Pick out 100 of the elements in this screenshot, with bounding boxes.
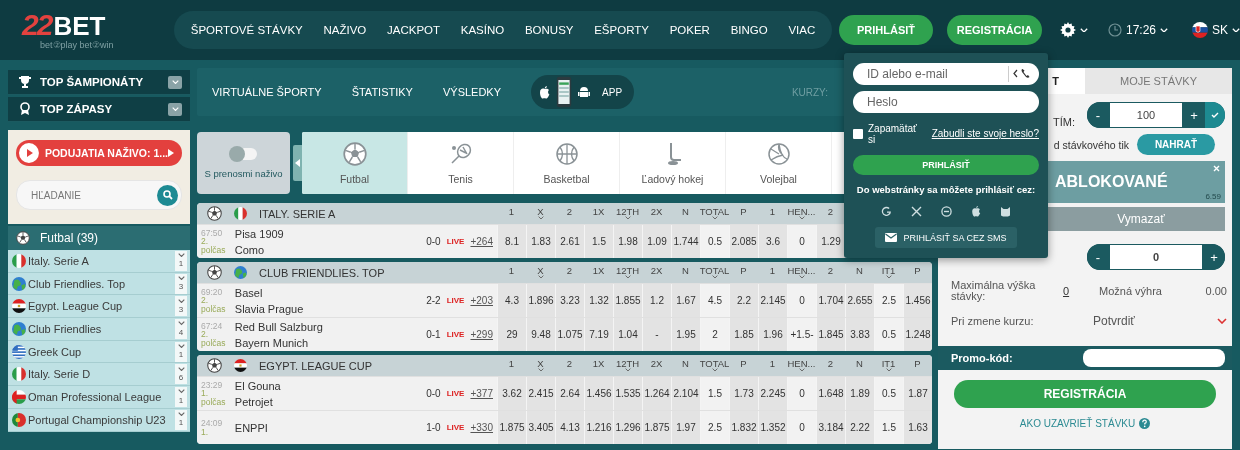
more-markets-link[interactable]: +330: [470, 422, 493, 433]
odds-cell[interactable]: 1.456: [584, 377, 613, 410]
nav-link[interactable]: VIAC: [788, 24, 816, 36]
odds-cell[interactable]: 1.89: [845, 377, 874, 410]
odds-cell[interactable]: 1.456: [903, 284, 932, 317]
more-markets-link[interactable]: +203: [470, 295, 493, 306]
odds-cell[interactable]: 1.875: [497, 411, 526, 444]
odds-cell[interactable]: 1.855: [613, 284, 642, 317]
toggle-switch[interactable]: [230, 147, 257, 160]
odds-cell[interactable]: 1.98: [613, 225, 642, 258]
column-header[interactable]: IT1: [874, 358, 903, 373]
odds-cell[interactable]: 1.96: [758, 318, 787, 351]
expand-toggle[interactable]: [168, 102, 182, 116]
odds-cell[interactable]: 2.104: [671, 377, 700, 410]
odds-cell[interactable]: 9.48: [526, 318, 555, 351]
count-badge[interactable]: 1: [175, 409, 187, 430]
team-name[interactable]: Pisa 1909: [234, 227, 410, 240]
column-header[interactable]: IT1: [874, 265, 903, 280]
league-title[interactable]: ITALY. SERIE A: [259, 207, 336, 220]
sub-nav-link[interactable]: VÝSLEDKY: [442, 86, 502, 98]
league-item[interactable]: Portugal Championship U23 1: [8, 408, 190, 432]
live-stream-filter[interactable]: S prenosmi naživo: [197, 132, 290, 194]
odds-cell[interactable]: 2.2: [729, 284, 758, 317]
league-title[interactable]: EGYPT. LEAGUE CUP: [259, 359, 373, 372]
count-badge[interactable]: 4: [175, 318, 187, 339]
odds-cell[interactable]: 1.264: [642, 377, 671, 410]
remember-checkbox[interactable]: [853, 128, 863, 139]
odds-cell[interactable]: 1.535: [613, 377, 642, 410]
odds-cell[interactable]: 2.415: [526, 377, 555, 410]
id-field[interactable]: ID alebo e-mail: [853, 63, 1039, 85]
count-badge[interactable]: 1: [175, 386, 187, 407]
promo-field[interactable]: [1083, 349, 1225, 367]
stake-stepper[interactable]: - 100 +: [1087, 102, 1225, 128]
odds-cell[interactable]: 1.296: [613, 411, 642, 444]
nav-link[interactable]: JACKPOT: [387, 24, 441, 36]
league-item[interactable]: Italy. Serie D 6: [8, 363, 190, 387]
odds-cell[interactable]: 1.896: [526, 284, 555, 317]
odds-cell[interactable]: 3.62: [497, 377, 526, 410]
count-badge[interactable]: 1: [175, 250, 187, 271]
odds-cell[interactable]: 3.184: [816, 411, 845, 444]
time-text[interactable]: 17:26: [1125, 23, 1156, 37]
team-name[interactable]: Slavia Prague: [234, 302, 410, 315]
team-name[interactable]: El Gouna: [234, 379, 410, 392]
google-icon[interactable]: [880, 206, 892, 218]
sms-login-button[interactable]: PRIHLÁSIŤ SA CEZ SMS: [875, 227, 1017, 248]
odds-cell[interactable]: 2.145: [758, 284, 787, 317]
logo-name[interactable]: BET: [53, 13, 106, 39]
team-name[interactable]: Bayern Munich: [234, 336, 410, 349]
app-download-pill[interactable]: APP: [531, 75, 635, 109]
odds-cell[interactable]: 1.832: [729, 411, 758, 444]
sidebar-section-label[interactable]: TOP ŠAMPIONÁTY: [40, 76, 168, 88]
forgot-password-link[interactable]: Zabudli ste svoje heslo?: [931, 128, 1039, 140]
remember-label[interactable]: Zapamätať si: [868, 122, 927, 145]
check-icon[interactable]: [1211, 112, 1219, 118]
odds-cell[interactable]: 1.5: [584, 225, 613, 258]
password-field[interactable]: Heslo: [853, 90, 1039, 113]
settings-icon[interactable]: [1059, 22, 1076, 38]
column-header[interactable]: X: [526, 206, 555, 221]
odds-cell[interactable]: 1.32: [584, 284, 613, 317]
search-field[interactable]: HĽADANIE: [16, 180, 182, 210]
league-title[interactable]: CLUB FRIENDLIES. TOP: [259, 266, 385, 279]
sidebar-section-label[interactable]: TOP ZÁPASY: [40, 103, 168, 115]
sport-row[interactable]: Futbal (39): [8, 226, 190, 250]
team-name[interactable]: Petrojet: [234, 395, 410, 408]
column-header[interactable]: HEN...: [787, 206, 816, 221]
odds-cell[interactable]: 1.97: [671, 411, 700, 444]
more-markets-link[interactable]: +377: [470, 388, 493, 399]
nav-link[interactable]: BINGO: [730, 24, 768, 36]
odds-cell[interactable]: 2.61: [555, 225, 584, 258]
odds-cell[interactable]: 1.352: [758, 411, 787, 444]
league-item[interactable]: Oman Professional League 1: [8, 386, 190, 409]
column-header[interactable]: TOTAL: [700, 206, 729, 221]
league-item[interactable]: Egypt. League Cup 3: [8, 295, 190, 319]
league-item[interactable]: Greek Cup 1: [8, 340, 190, 364]
odds-cell[interactable]: 4.13: [555, 411, 584, 444]
match-row[interactable]: 67:24 2. polčas Red Bull Salzburg Bayern Munich 0-1 LIVE +299 29 9.48 1.075 7.19 1.04 - 1.95 2 1.85 1.96 +1.5- 1.845 3.83 0.5 1.248: [197, 317, 932, 351]
phone-icon[interactable]: [1013, 68, 1031, 80]
odds-cell[interactable]: 1.85: [729, 318, 758, 351]
odds-cell[interactable]: 1.29: [816, 225, 845, 258]
odds-cell[interactable]: 1.248: [903, 318, 932, 351]
column-header[interactable]: HEN...: [787, 358, 816, 373]
sport-tab[interactable]: Futbal: [302, 132, 408, 194]
odds-cell[interactable]: 29: [497, 318, 526, 351]
odds-cell[interactable]: 1.845: [816, 318, 845, 351]
odds-cell[interactable]: 1.63: [903, 411, 932, 444]
group-header-bar[interactable]: EGYPT. LEAGUE CUP 1 X 2 1X 12TH 2X N TOTAL P 1 HEN... 2 N IT1 P: [197, 355, 932, 376]
more-markets-link[interactable]: +299: [470, 329, 493, 340]
match-row[interactable]: 69:20 2. polčas Basel Slavia Prague 2-2 LIVE +203 4.3 1.896 3.23 1.32 1.855 1.2 1.67 4.5 2.2 2.145 0 1.704 2.655 2.5 1.456: [197, 283, 932, 317]
cat-icon[interactable]: [1000, 206, 1012, 218]
odds-cell[interactable]: 3.405: [526, 411, 555, 444]
team-name[interactable]: Red Bull Salzburg: [234, 320, 410, 333]
amount-stepper[interactable]: - 0 +: [1087, 244, 1225, 270]
sub-nav-link[interactable]: VIRTUÁLNE ŠPORTY: [212, 86, 322, 98]
apple-icon[interactable]: [971, 206, 982, 218]
nav-link[interactable]: EŠPORTY: [594, 24, 649, 36]
odds-cell[interactable]: 1.875: [642, 411, 671, 444]
column-header[interactable]: 12TH: [613, 265, 642, 280]
odds-cell[interactable]: 1.95: [671, 318, 700, 351]
column-header[interactable]: 12TH: [613, 358, 642, 373]
odds-cell[interactable]: 1.04: [613, 318, 642, 351]
